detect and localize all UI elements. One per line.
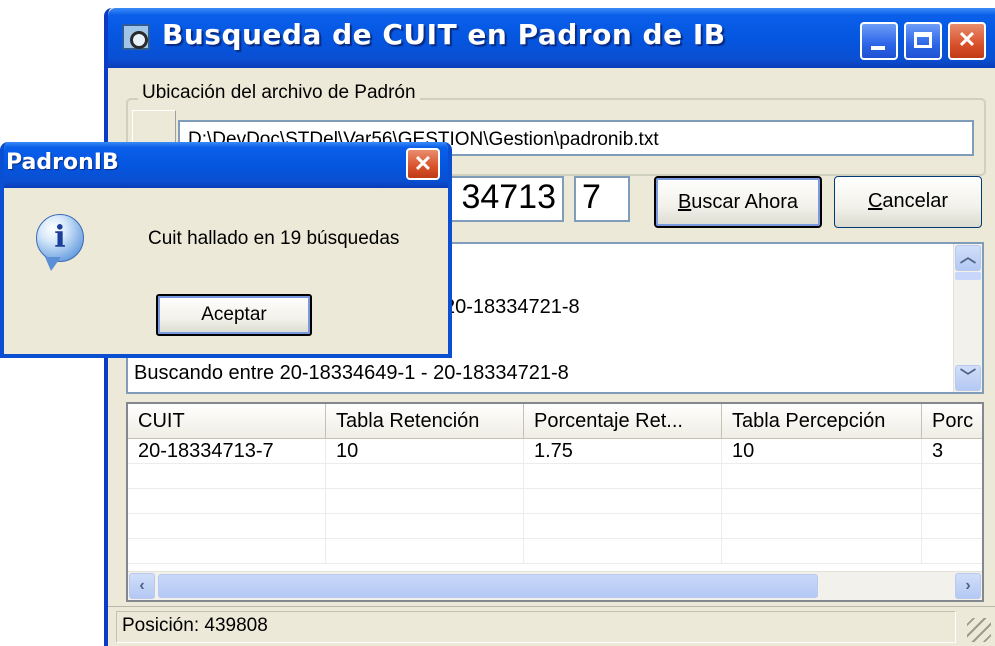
empty-cell <box>722 539 922 563</box>
status-text: Posición: 439808 <box>122 615 268 636</box>
dialog-close-button[interactable]: ✕ <box>406 148 440 180</box>
column-header-cuit[interactable]: CUIT <box>128 404 326 438</box>
cell-tabla-retencion: 10 <box>326 439 524 463</box>
empty-cell <box>326 514 524 538</box>
cancel-button-label: ancelar <box>882 190 949 212</box>
check-digit-input[interactable]: 7 <box>574 176 630 222</box>
scroll-left-icon[interactable]: ‹ <box>129 573 155 599</box>
scroll-down-icon[interactable]: ﹀ <box>955 365 981 391</box>
empty-cell <box>326 489 524 513</box>
minimize-button[interactable] <box>860 22 898 60</box>
search-now-button[interactable]: Buscar Ahora <box>654 176 822 228</box>
column-header-porc[interactable]: Porc <box>922 404 982 438</box>
empty-cell <box>128 489 326 513</box>
dialog-message: Cuit hallado en 19 búsquedas <box>148 228 400 249</box>
empty-cell <box>326 464 524 488</box>
empty-cell <box>524 514 722 538</box>
search-accel-key: B <box>677 191 692 213</box>
ok-button[interactable]: Aceptar <box>156 294 312 336</box>
maximize-icon <box>914 32 932 48</box>
table-row[interactable] <box>128 539 982 564</box>
log-vertical-scrollbar[interactable]: ︿ ﹀ <box>953 244 982 392</box>
cuit-input[interactable]: 34713 <box>438 176 564 222</box>
table-row[interactable] <box>128 489 982 514</box>
close-icon: ✕ <box>413 151 433 176</box>
cell-porcentaje-ret: 1.75 <box>524 439 722 463</box>
message-dialog: PadronIB ✕ i Cuit hallado en 19 búsqueda… <box>0 142 452 358</box>
empty-cell <box>524 489 722 513</box>
cancel-button[interactable]: Cancelar <box>834 176 982 228</box>
scroll-thumb[interactable] <box>158 574 818 598</box>
maximize-button[interactable] <box>904 22 942 60</box>
scroll-right-icon[interactable]: › <box>955 573 981 599</box>
column-header-porcentaje-ret[interactable]: Porcentaje Ret... <box>524 404 722 438</box>
info-icon: i <box>36 214 84 271</box>
status-bar: Posición: 439808 <box>108 606 995 646</box>
cell-tabla-percepcion: 10 <box>722 439 922 463</box>
column-header-tabla-retencion[interactable]: Tabla Retención <box>326 404 524 438</box>
minimize-icon <box>871 46 885 50</box>
close-button[interactable]: ✕ <box>948 22 986 60</box>
grid-header: CUIT Tabla Retención Porcentaje Ret... T… <box>128 404 982 439</box>
window-title: Busqueda de CUIT en Padron de IB <box>162 18 726 51</box>
empty-cell <box>128 464 326 488</box>
empty-cell <box>128 539 326 563</box>
log-line: 20-18334721-8 <box>444 296 580 318</box>
empty-cell <box>722 514 922 538</box>
table-row[interactable] <box>128 464 982 489</box>
log-line: Buscando entre 20-18334649-1 - 20-183347… <box>134 362 569 384</box>
table-row[interactable] <box>128 514 982 539</box>
results-grid[interactable]: CUIT Tabla Retención Porcentaje Ret... T… <box>126 402 984 602</box>
grid-horizontal-scrollbar[interactable]: ‹ › <box>128 571 982 600</box>
dialog-title: PadronIB <box>6 150 119 175</box>
cell-porc: 3 <box>922 439 982 463</box>
groupbox-label: Ubicación del archivo de Padrón <box>138 82 420 104</box>
empty-cell <box>722 489 922 513</box>
cancel-accel-key: C <box>867 190 883 212</box>
table-row[interactable]: 20-18334713-7 10 1.75 10 3 <box>128 439 982 464</box>
empty-cell <box>524 464 722 488</box>
close-icon: ✕ <box>957 27 977 52</box>
search-button-label: uscar Ahora <box>691 191 799 213</box>
title-bar[interactable]: Busqueda de CUIT en Padron de IB ✕ <box>108 8 995 68</box>
scroll-up-icon[interactable]: ︿ <box>955 245 981 271</box>
browse-button[interactable] <box>132 110 176 144</box>
empty-cell <box>524 539 722 563</box>
magnifier-app-icon <box>122 24 150 50</box>
cell-cuit: 20-18334713-7 <box>128 439 326 463</box>
empty-cell <box>128 514 326 538</box>
scroll-thumb[interactable] <box>955 272 981 280</box>
column-header-tabla-percepcion[interactable]: Tabla Percepción <box>722 404 922 438</box>
resize-grip-icon[interactable] <box>967 618 991 642</box>
empty-cell <box>722 464 922 488</box>
empty-cell <box>326 539 524 563</box>
dialog-title-bar[interactable]: PadronIB ✕ <box>4 142 448 188</box>
